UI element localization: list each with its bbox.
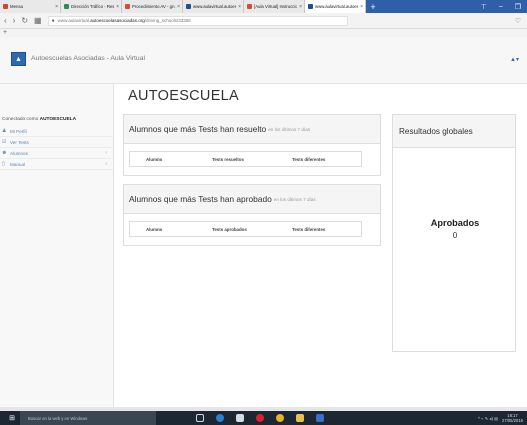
windows-start-icon[interactable]: ⊞ xyxy=(6,414,18,422)
browser-tab[interactable]: Dirección Tráfico - Resumen exám × xyxy=(61,0,122,13)
column-header: Alumno xyxy=(146,157,163,162)
panel-subtitle: en los últimos 7 días xyxy=(268,126,311,132)
browser-tab[interactable]: www.aulavirtual.autoescu × xyxy=(183,0,244,13)
file-explorer-icon[interactable] xyxy=(296,414,304,422)
clock[interactable]: 18:17 27/05/2016 xyxy=(502,413,523,423)
app-title[interactable]: Autoescuelas Asociadas - Aula Virtual xyxy=(31,55,145,62)
minimize-icon[interactable]: – xyxy=(499,3,503,10)
close-icon[interactable]: × xyxy=(238,4,243,10)
taskbar-apps xyxy=(196,414,324,422)
tray-icons[interactable]: ^ ⌁ ✎ ◂) ▤ xyxy=(478,416,498,421)
forward-icon[interactable]: › xyxy=(13,16,16,25)
browser-toolbar-right: ♡ xyxy=(515,17,527,25)
tab-favicon xyxy=(247,4,252,9)
address-bar: ‹ › ↻ ▦ ● www.aulavirtual.autoescuelasas… xyxy=(0,13,527,29)
resolved-tests-panel: Alumnos que más Tests han resuelto en lo… xyxy=(123,114,381,176)
task-view-icon[interactable] xyxy=(196,414,204,422)
users-icon: ♚ xyxy=(2,150,7,156)
document-icon: ▯ xyxy=(2,161,5,167)
window-controls: ⊤ – ❐ xyxy=(481,0,527,13)
taskbar: ⊞ Buscar en la web y en Windows ^ ⌁ ✎ ◂)… xyxy=(0,411,527,425)
browser-tab-strip: Mensa × Dirección Tráfico - Resumen exám… xyxy=(0,0,527,13)
sidebar-item-profile[interactable]: ♟ Mi Perfil xyxy=(0,126,114,137)
approved-label: Aprobados xyxy=(430,218,480,228)
tab-favicon xyxy=(3,4,8,9)
system-tray: ^ ⌁ ✎ ◂) ▤ 18:17 27/05/2016 xyxy=(478,413,527,423)
browser-tab[interactable]: [Aula Virtual] Instruccion × xyxy=(244,0,305,13)
tab-view-icon[interactable]: ▦ xyxy=(34,16,42,25)
tab-label: Dirección Tráfico - Resumen exám xyxy=(71,4,115,9)
word-icon[interactable] xyxy=(316,414,324,422)
resolved-tests-table-header: Alumno Tests resueltos Tests diferentes xyxy=(129,151,362,167)
tab-favicon xyxy=(186,4,191,9)
sidebar-item-label: Mi Perfil xyxy=(10,128,27,134)
user-menu-button[interactable]: ▲▾ xyxy=(510,56,519,63)
panel-title: Alumnos que más Tests han resuelto xyxy=(129,124,267,134)
column-header: Tests diferentes xyxy=(292,227,326,232)
close-icon[interactable]: × xyxy=(55,4,60,10)
browser-tab[interactable]: Procedimiento AV - grupo × xyxy=(122,0,183,13)
connected-as: Conectado como AUTOESCUELA xyxy=(2,117,77,122)
column-header: Tests aprobados xyxy=(212,227,247,232)
back-icon[interactable]: ‹ xyxy=(4,16,7,25)
add-favorite-button[interactable]: + xyxy=(3,29,7,36)
logo[interactable]: ▲ xyxy=(11,52,26,66)
close-icon[interactable]: × xyxy=(299,4,304,10)
app-header: ▲ Autoescuelas Asociadas - Aula Virtual … xyxy=(0,37,527,84)
column-header: Tests resueltos xyxy=(212,157,244,162)
page-title: AUTOESCUELA xyxy=(128,88,240,104)
store-icon[interactable] xyxy=(236,414,244,422)
column-header: Tests diferentes xyxy=(292,157,326,162)
chevron-left-icon: ‹ xyxy=(105,150,107,156)
favorites-heart-icon[interactable]: ♡ xyxy=(515,18,521,25)
close-icon[interactable]: × xyxy=(360,4,365,10)
clock-date: 27/05/2016 xyxy=(502,418,523,423)
edge-browser-icon[interactable] xyxy=(216,414,224,422)
tab-list-icon[interactable]: ⊤ xyxy=(481,3,487,11)
tab-favicon xyxy=(308,4,313,9)
panel-heading: Alumnos que más Tests han aprobado en lo… xyxy=(124,185,380,214)
panel-title: Alumnos que más Tests han aprobado xyxy=(129,194,272,204)
panel-heading: Alumnos que más Tests han resuelto en lo… xyxy=(124,115,380,144)
approved-tests-table-header: Alumno Tests aprobados Tests diferentes xyxy=(129,221,362,237)
sidebar-item-label: Ver Tests xyxy=(10,139,29,145)
close-icon[interactable]: × xyxy=(116,4,121,10)
chrome-icon[interactable] xyxy=(276,414,284,422)
chevron-left-icon: ‹ xyxy=(105,161,107,167)
panel-title: Resultados globales xyxy=(393,115,515,148)
sidebar-item-label: Alumnos xyxy=(10,150,28,156)
tab-favicon xyxy=(64,4,69,9)
tab-label: www.aulavirtual.autoescu xyxy=(193,4,236,9)
new-tab-button[interactable]: + xyxy=(366,0,380,13)
tab-label: [Aula Virtual] Instruccion xyxy=(254,4,298,9)
sidebar-item-manual[interactable]: ▯ Manual ‹ xyxy=(0,159,114,170)
maximize-icon[interactable]: ❐ xyxy=(515,3,521,11)
tab-label: www.aulavirtual.autoescu xyxy=(315,4,358,9)
url-text: www.aulavirtual.autoescuelasasociadas.or… xyxy=(57,18,191,23)
url-field[interactable]: ● www.aulavirtual.autoescuelasasociadas.… xyxy=(47,15,348,26)
reload-icon[interactable]: ↻ xyxy=(21,16,28,25)
panel-subtitle: en los últimos 7 días xyxy=(273,196,316,202)
favorites-bar: + xyxy=(0,29,527,37)
approved-tests-panel: Alumnos que más Tests han aprobado en lo… xyxy=(123,184,381,246)
column-header: Alumno xyxy=(146,227,163,232)
close-icon[interactable]: × xyxy=(177,4,182,10)
site-info-icon[interactable]: ● xyxy=(52,18,55,24)
browser-tab-active[interactable]: www.aulavirtual.autoescu × xyxy=(305,0,366,13)
user-icon: ♟ xyxy=(2,128,7,134)
tab-label: Procedimiento AV - grupo xyxy=(132,4,175,9)
check-list-icon: ☑ xyxy=(2,139,7,145)
tab-favicon xyxy=(125,4,130,9)
global-results-panel: Resultados globales Aprobados 0 xyxy=(392,114,516,352)
sidebar: Conectado como AUTOESCUELA ♟ Mi Perfil ☑… xyxy=(0,84,114,407)
sidebar-item-students[interactable]: ♚ Alumnos ‹ xyxy=(0,148,114,159)
opera-icon[interactable] xyxy=(256,414,264,422)
sidebar-item-tests[interactable]: ☑ Ver Tests xyxy=(0,137,114,148)
sidebar-item-label: Manual xyxy=(10,161,26,167)
tab-label: Mensa xyxy=(10,4,23,9)
browser-tab[interactable]: Mensa × xyxy=(0,0,61,13)
approved-count: 0 xyxy=(452,231,458,240)
taskbar-search-input[interactable]: Buscar en la web y en Windows xyxy=(20,411,156,425)
